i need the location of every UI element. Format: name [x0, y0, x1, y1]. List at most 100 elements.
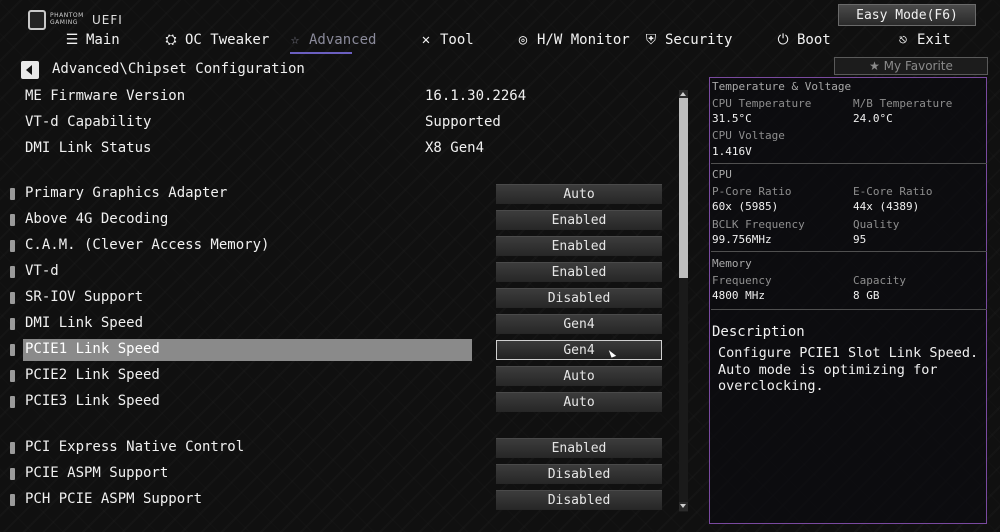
my-favorite-label: My Favorite: [883, 59, 953, 73]
tab-main[interactable]: ☰ Main: [64, 28, 120, 52]
setting-row-dmi-link-speed[interactable]: DMI Link Speed Gen4: [10, 313, 670, 335]
tab-hw-monitor[interactable]: ◎ H/W Monitor: [515, 28, 630, 52]
setting-row-above-4g-decoding[interactable]: Above 4G Decoding Enabled: [10, 209, 670, 231]
tab-label: Boot: [797, 32, 831, 48]
scroll-down-arrow-icon[interactable]: [679, 502, 688, 511]
star-icon: ★: [869, 59, 884, 73]
setting-value-dropdown[interactable]: Disabled: [496, 288, 662, 308]
setting-value-dropdown[interactable]: Enabled: [496, 236, 662, 256]
tab-label: Tool: [440, 32, 474, 48]
setting-value-dropdown[interactable]: Disabled: [496, 464, 662, 484]
row-bullet: [10, 442, 15, 454]
brand-line2: GAMING: [50, 19, 78, 26]
setting-row-sr-iov-support[interactable]: SR-IOV Support Disabled: [10, 287, 670, 309]
my-favorite-button[interactable]: ★ My Favorite: [834, 57, 988, 75]
tab-label: Main: [86, 32, 120, 48]
tab-boot[interactable]: ⏻ Boot: [775, 28, 831, 52]
tab-exit[interactable]: ⎋ Exit: [895, 28, 951, 52]
setting-label: PCH PCIE ASPM Support: [25, 491, 203, 507]
setting-row-pcie-aspm-support[interactable]: PCIE ASPM Support Disabled: [10, 463, 670, 485]
row-bullet: [10, 318, 15, 330]
brand-text: PHANTOM GAMING: [50, 12, 86, 26]
setting-label: DMI Link Speed: [25, 315, 144, 331]
memory-capacity-value: 8 GB: [853, 289, 880, 302]
power-icon: ⏻: [777, 32, 789, 48]
cpu-voltage-label: CPU Voltage: [712, 129, 785, 142]
temp-voltage-heading: Temperature & Voltage: [712, 80, 852, 93]
setting-value-dropdown[interactable]: Auto: [496, 366, 662, 386]
row-bullet: [10, 214, 15, 226]
list-icon: ☰: [65, 32, 79, 48]
cpu-temp-value: 31.5°C: [712, 112, 752, 125]
tab-oc-tweaker[interactable]: ⛭ OC Tweaker: [163, 28, 269, 52]
cpu-heading: CPU: [712, 168, 732, 181]
setting-label: PCIE1 Link Speed: [25, 341, 160, 357]
rocket-icon: ⛭: [165, 32, 177, 48]
row-bullet: [10, 344, 15, 356]
info-value: X8 Gen4: [425, 140, 485, 156]
uefi-label: UEFI: [92, 13, 123, 27]
info-label: VT-d Capability: [25, 114, 152, 130]
pcore-ratio-label: P-Core Ratio: [712, 185, 792, 198]
memory-heading: Memory: [712, 257, 752, 270]
panel-divider: [711, 251, 987, 252]
setting-value-dropdown[interactable]: Auto: [496, 392, 662, 412]
tab-label: Security: [665, 32, 733, 48]
tab-label: Advanced: [309, 32, 377, 48]
setting-label: PCIE ASPM Support: [25, 465, 169, 481]
logo-mark-icon: [28, 10, 46, 30]
setting-value-dropdown[interactable]: Gen4: [496, 314, 662, 334]
setting-label: Primary Graphics Adapter: [25, 185, 228, 201]
panel-divider: [711, 309, 987, 310]
setting-row-cam[interactable]: C.A.M. (Clever Access Memory) Enabled: [10, 235, 670, 257]
row-bullet: [10, 266, 15, 278]
row-bullet: [10, 396, 15, 408]
cpu-voltage-value: 1.416V: [712, 145, 752, 158]
setting-row-pcie1-link-speed[interactable]: PCIE1 Link Speed Gen4: [10, 339, 670, 361]
mb-temp-label: M/B Temperature: [853, 97, 953, 110]
row-bullet: [10, 292, 15, 304]
tab-security[interactable]: ⛨ Security: [643, 28, 733, 52]
tab-label: H/W Monitor: [537, 32, 630, 48]
row-bullet: [10, 188, 15, 200]
tab-label: OC Tweaker: [185, 32, 270, 48]
setting-label: PCIE3 Link Speed: [25, 393, 160, 409]
setting-row-pcie2-link-speed[interactable]: PCIE2 Link Speed Auto: [10, 365, 670, 387]
bclk-frequency-value: 99.756MHz: [712, 233, 772, 246]
row-bullet: [10, 494, 15, 506]
bclk-frequency-label: BCLK Frequency: [712, 218, 805, 231]
back-button[interactable]: [21, 61, 39, 79]
memory-frequency-value: 4800 MHz: [712, 289, 765, 302]
setting-row-primary-graphics-adapter[interactable]: Primary Graphics Adapter Auto: [10, 183, 670, 205]
tools-icon: ✕: [421, 32, 431, 48]
info-value: Supported: [425, 114, 501, 130]
shield-icon: ⛨: [645, 32, 657, 48]
setting-value-dropdown[interactable]: Enabled: [496, 438, 662, 458]
easy-mode-button[interactable]: Easy Mode(F6): [838, 4, 976, 26]
tab-tool[interactable]: ✕ Tool: [418, 28, 474, 52]
setting-value-dropdown[interactable]: Auto: [496, 184, 662, 204]
setting-value-dropdown[interactable]: Disabled: [496, 490, 662, 510]
setting-row-vt-d[interactable]: VT-d Enabled: [10, 261, 670, 283]
quality-label: Quality: [853, 218, 900, 231]
scrollbar-thumb[interactable]: [679, 98, 688, 278]
scroll-up-arrow-icon[interactable]: [679, 90, 688, 98]
setting-row-pci-express-native-control[interactable]: PCI Express Native Control Enabled: [10, 437, 670, 459]
tab-advanced[interactable]: ☆ Advanced: [287, 28, 377, 52]
exit-icon: ⎋: [898, 32, 908, 48]
setting-row-pcie3-link-speed[interactable]: PCIE3 Link Speed Auto: [10, 391, 670, 413]
setting-value-dropdown[interactable]: Gen4: [496, 340, 662, 360]
brand-line1: PHANTOM: [50, 12, 84, 19]
setting-label: Above 4G Decoding: [25, 211, 169, 227]
memory-frequency-label: Frequency: [712, 274, 772, 287]
info-value: 16.1.30.2264: [425, 88, 527, 104]
setting-value-dropdown[interactable]: Enabled: [496, 262, 662, 282]
setting-row-pch-pcie-aspm-support[interactable]: PCH PCIE ASPM Support Disabled: [10, 489, 670, 511]
row-bullet: [10, 370, 15, 382]
memory-capacity-label: Capacity: [853, 274, 906, 287]
tab-label: Exit: [917, 32, 951, 48]
setting-value-dropdown[interactable]: Enabled: [496, 210, 662, 230]
cpu-temp-label: CPU Temperature: [712, 97, 812, 110]
row-bullet: [10, 240, 15, 252]
row-bullet: [10, 468, 15, 480]
